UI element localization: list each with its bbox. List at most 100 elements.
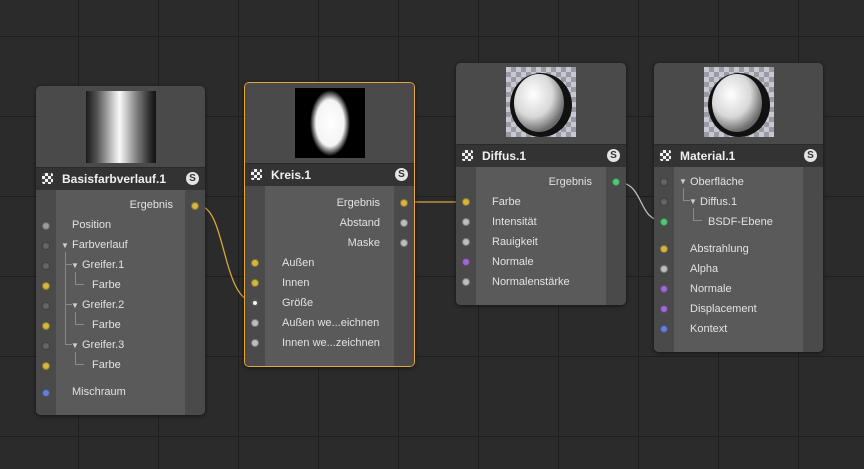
input-label: Innen	[282, 277, 310, 289]
node-title: Material.1	[680, 149, 736, 163]
input-label: Intensität	[492, 216, 537, 228]
input-label: Oberfläche	[690, 176, 744, 188]
input-label: Mischraum	[72, 386, 126, 398]
input-port-abstrahlung[interactable]	[660, 245, 668, 253]
output-label: Ergebnis	[336, 197, 380, 209]
input-port-displacement[interactable]	[660, 305, 668, 313]
input-label: Farbe	[92, 319, 121, 331]
input-port-farbverlauf[interactable]	[42, 242, 50, 250]
input-port-innen-weichzeichnen[interactable]	[251, 339, 259, 347]
expand-arrow-icon[interactable]: ▼	[679, 177, 687, 186]
output-port-ergebnis[interactable]	[400, 199, 408, 207]
shader-node-icon	[660, 150, 671, 161]
node-material[interactable]: Material.1 S ▼ Oberfläche ▼ Diffus.1 BSD…	[654, 63, 823, 352]
input-label: Farbe	[492, 196, 521, 208]
output-port-ergebnis[interactable]	[191, 202, 199, 210]
input-port-innen[interactable]	[251, 279, 259, 287]
input-label: Greifer.2	[82, 299, 125, 311]
input-port-farbe2[interactable]	[42, 322, 50, 330]
input-port-alpha[interactable]	[660, 265, 668, 273]
node-body: ▼ Oberfläche ▼ Diffus.1 BSDF-Ebene Abstr…	[654, 167, 823, 352]
input-port-greifer1[interactable]	[42, 262, 50, 270]
output-label: Ergebnis	[129, 199, 173, 211]
input-port-aussen-weichzeichnen[interactable]	[251, 319, 259, 327]
input-label: Normale	[690, 283, 732, 295]
input-port-farbe1[interactable]	[42, 282, 50, 290]
node-preview	[36, 86, 205, 169]
solo-badge-icon[interactable]: S	[607, 149, 620, 162]
output-label: Abstand	[339, 217, 380, 229]
solo-badge-icon[interactable]: S	[804, 149, 817, 162]
node-title: Basisfarbverlauf.1	[62, 172, 167, 186]
input-label: Rauigkeit	[492, 236, 538, 248]
node-kreis[interactable]: Kreis.1 S Ergebnis Abstand Maske Außen I…	[244, 82, 415, 367]
input-port-greifer2[interactable]	[42, 302, 50, 310]
expand-arrow-icon[interactable]: ▼	[71, 341, 79, 350]
node-title: Kreis.1	[271, 168, 312, 182]
input-label: Displacement	[690, 303, 757, 315]
output-label: Ergebnis	[548, 176, 592, 188]
expand-arrow-icon[interactable]: ▼	[71, 261, 79, 270]
node-header[interactable]: Basisfarbverlauf.1 S	[36, 167, 205, 191]
solo-badge-icon[interactable]: S	[395, 168, 408, 181]
input-label: Normalenstärke	[492, 276, 570, 288]
input-label: BSDF-Ebene	[708, 216, 773, 228]
node-basisfarbverlauf[interactable]: Basisfarbverlauf.1 S Ergebnis Position ▼…	[36, 86, 205, 415]
input-label: Außen	[282, 257, 315, 269]
input-label: Greifer.1	[82, 259, 125, 271]
expand-arrow-icon[interactable]: ▼	[689, 197, 697, 206]
node-preview	[456, 63, 626, 146]
input-label: Größe	[282, 297, 314, 309]
input-label: Alpha	[690, 263, 719, 275]
input-label: Innen we...zeichnen	[282, 337, 380, 349]
shader-node-icon	[42, 173, 53, 184]
output-port-maske[interactable]	[400, 239, 408, 247]
expand-arrow-icon[interactable]: ▼	[61, 241, 69, 250]
node-header[interactable]: Kreis.1 S	[245, 163, 414, 187]
node-header[interactable]: Diffus.1 S	[456, 144, 626, 168]
input-port-diffus[interactable]	[660, 198, 668, 206]
input-port-oberflaeche[interactable]	[660, 178, 668, 186]
shader-node-icon	[462, 150, 473, 161]
input-port-farbe[interactable]	[462, 198, 470, 206]
input-port-kontext[interactable]	[660, 325, 668, 333]
solo-badge-icon[interactable]: S	[186, 172, 199, 185]
input-label: Normale	[492, 256, 534, 268]
output-port-abstand[interactable]	[400, 219, 408, 227]
expand-arrow-icon[interactable]: ▼	[71, 301, 79, 310]
input-label: Greifer.3	[82, 339, 125, 351]
input-label: Diffus.1	[700, 196, 738, 208]
input-port-farbe3[interactable]	[42, 362, 50, 370]
input-port-groesse[interactable]	[251, 299, 259, 307]
input-label: Außen we...eichnen	[282, 317, 380, 329]
input-label: Position	[72, 219, 112, 231]
input-port-greifer3[interactable]	[42, 342, 50, 350]
input-label: Farbe	[92, 359, 121, 371]
input-label: Kontext	[690, 323, 728, 335]
sphere-thumbnail	[703, 67, 774, 137]
node-diffus[interactable]: Diffus.1 S Ergebnis Farbe Intensität Rau…	[456, 63, 626, 305]
shader-node-icon	[251, 169, 262, 180]
input-label: Abstrahlung	[690, 243, 749, 255]
input-port-intensitaet[interactable]	[462, 218, 470, 226]
input-label: Farbe	[92, 279, 121, 291]
input-port-aussen[interactable]	[251, 259, 259, 267]
input-port-rauigkeit[interactable]	[462, 238, 470, 246]
node-header[interactable]: Material.1 S	[654, 144, 823, 168]
node-body: Ergebnis Abstand Maske Außen Innen Größe…	[245, 186, 414, 366]
sphere-thumbnail	[506, 67, 576, 137]
node-preview	[245, 83, 414, 164]
output-label: Maske	[347, 237, 380, 249]
output-port-ergebnis[interactable]	[612, 178, 620, 186]
input-port-normalenstaerke[interactable]	[462, 278, 470, 286]
gradient-thumbnail	[85, 91, 156, 163]
input-port-bsdf-ebene[interactable]	[660, 218, 668, 226]
node-body: Ergebnis Farbe Intensität Rauigkeit Norm…	[456, 167, 626, 305]
input-port-normale[interactable]	[462, 258, 470, 266]
node-body: Ergebnis Position ▼ Farbverlauf ▼ Greife…	[36, 190, 205, 415]
input-port-position[interactable]	[42, 222, 50, 230]
input-port-mischraum[interactable]	[42, 389, 50, 397]
node-title: Diffus.1	[482, 149, 527, 163]
circle-thumbnail	[294, 88, 365, 158]
input-port-normale[interactable]	[660, 285, 668, 293]
